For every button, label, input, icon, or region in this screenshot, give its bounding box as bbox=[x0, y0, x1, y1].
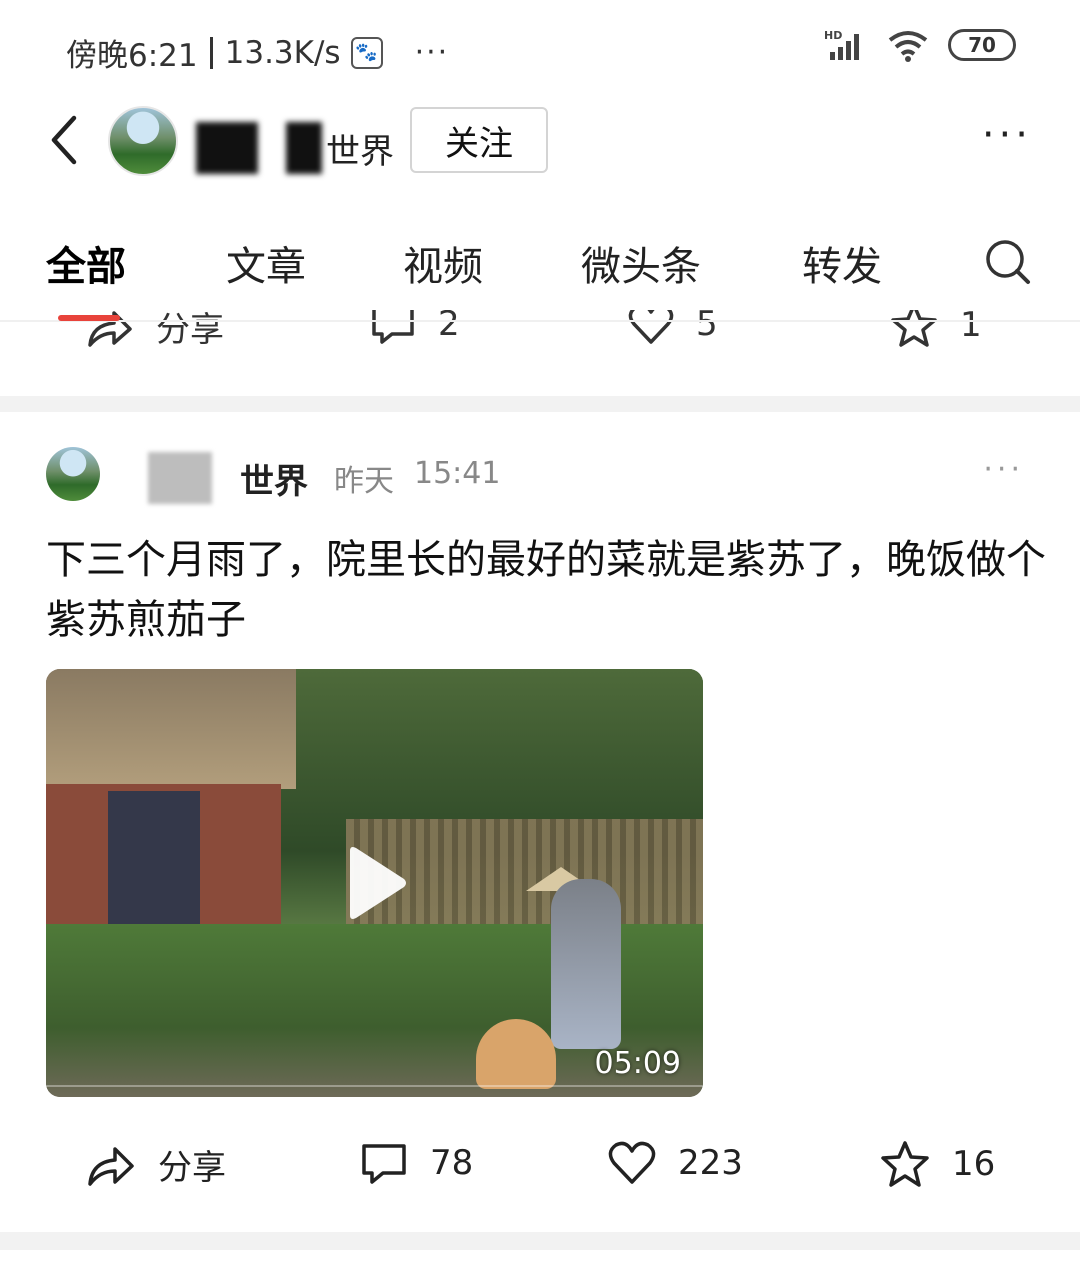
wifi-icon bbox=[888, 31, 928, 62]
comment-icon bbox=[362, 1144, 406, 1184]
play-icon[interactable] bbox=[344, 845, 408, 921]
post-separator-bottom bbox=[0, 1232, 1080, 1250]
tab-all[interactable]: 全部 bbox=[46, 234, 126, 292]
tab-reposts[interactable]: 转发 bbox=[802, 234, 882, 292]
tab-videos[interactable]: 视频 bbox=[403, 234, 483, 292]
follow-label: 关注 bbox=[445, 123, 513, 164]
post-author-name[interactable]: 世界 bbox=[118, 452, 308, 504]
tab-micro-headlines[interactable]: 微头条 bbox=[581, 234, 701, 292]
tab-bar: 全部 文章 视频 微头条 转发 bbox=[46, 234, 1036, 294]
search-icon[interactable] bbox=[984, 238, 1032, 286]
comment-icon bbox=[372, 310, 414, 344]
author-name-text: 世界 bbox=[326, 131, 394, 172]
baidu-paw-icon: 🐾 bbox=[350, 36, 383, 69]
back-arrow-icon[interactable] bbox=[44, 110, 84, 170]
post-timestamp: 昨天 15:41 bbox=[334, 456, 500, 500]
tab-divider bbox=[0, 320, 1080, 322]
favorite-count: 1 bbox=[960, 310, 982, 345]
video-progress-line bbox=[46, 1085, 703, 1087]
redacted-block bbox=[286, 122, 322, 174]
video-scene-cat bbox=[476, 1019, 556, 1089]
author-avatar[interactable] bbox=[108, 106, 178, 176]
prev-like-button[interactable]: 5 bbox=[628, 310, 718, 346]
active-tab-indicator bbox=[58, 315, 120, 321]
video-scene-roof bbox=[46, 669, 296, 789]
comment-count: 2 bbox=[438, 310, 460, 344]
post-time-clock: 15:41 bbox=[414, 456, 501, 491]
tab-articles[interactable]: 文章 bbox=[226, 234, 306, 292]
status-bar-left: 傍晚6:21 13.3K/s 🐾 ··· bbox=[66, 30, 449, 75]
post-separator bbox=[0, 396, 1080, 412]
favorite-button[interactable]: 16 bbox=[880, 1140, 995, 1188]
comment-button[interactable]: 78 bbox=[360, 1140, 473, 1186]
post-time-day: 昨天 bbox=[334, 464, 394, 499]
prev-favorite-button[interactable]: 1 bbox=[890, 310, 982, 348]
svg-text:HD: HD bbox=[824, 29, 842, 42]
status-time: 傍晚6:21 bbox=[66, 38, 198, 74]
status-more-icon: ··· bbox=[414, 35, 450, 70]
prev-comment-button[interactable]: 2 bbox=[370, 310, 460, 346]
follow-button[interactable]: 关注 bbox=[410, 107, 548, 173]
redacted-block bbox=[196, 122, 258, 174]
heart-icon bbox=[628, 310, 674, 344]
share-icon bbox=[88, 1146, 134, 1186]
battery-level: 70 bbox=[968, 33, 996, 57]
video-duration: 05:09 bbox=[594, 1046, 681, 1081]
more-options-icon[interactable]: ··· bbox=[982, 112, 1032, 158]
video-scene-door bbox=[108, 791, 200, 926]
share-label: 分享 bbox=[156, 310, 224, 350]
share-label: 分享 bbox=[158, 1148, 226, 1188]
status-separator bbox=[209, 36, 213, 69]
video-scene-person bbox=[551, 879, 621, 1049]
author-name[interactable]: 世界 bbox=[196, 122, 394, 174]
battery-icon: 70 bbox=[948, 29, 1016, 61]
post-author-avatar[interactable] bbox=[46, 447, 100, 501]
heart-icon bbox=[608, 1141, 656, 1184]
share-button[interactable]: 分享 bbox=[86, 1140, 226, 1189]
redacted-block bbox=[148, 452, 212, 504]
network-speed: 13.3K/s bbox=[224, 34, 341, 71]
post-author-text: 世界 bbox=[240, 461, 308, 502]
status-bar-right: HD 70 bbox=[824, 28, 1016, 62]
like-button[interactable]: 223 bbox=[608, 1140, 743, 1186]
star-icon bbox=[891, 310, 937, 347]
comment-count: 78 bbox=[430, 1143, 474, 1183]
post-more-icon[interactable]: ··· bbox=[983, 452, 1024, 487]
favorite-count: 16 bbox=[952, 1144, 996, 1184]
prev-post-action-bar: 分享 2 5 1 bbox=[0, 310, 1080, 350]
signal-icon: HD bbox=[824, 29, 859, 60]
like-count: 223 bbox=[678, 1143, 743, 1183]
post-video-thumbnail[interactable]: 05:09 bbox=[46, 669, 703, 1097]
star-icon bbox=[881, 1141, 929, 1187]
like-count: 5 bbox=[696, 310, 718, 344]
post-text[interactable]: 下三个月雨了，院里长的最好的菜就是紫苏了，晚饭做个紫苏煎茄子 bbox=[46, 530, 1046, 650]
